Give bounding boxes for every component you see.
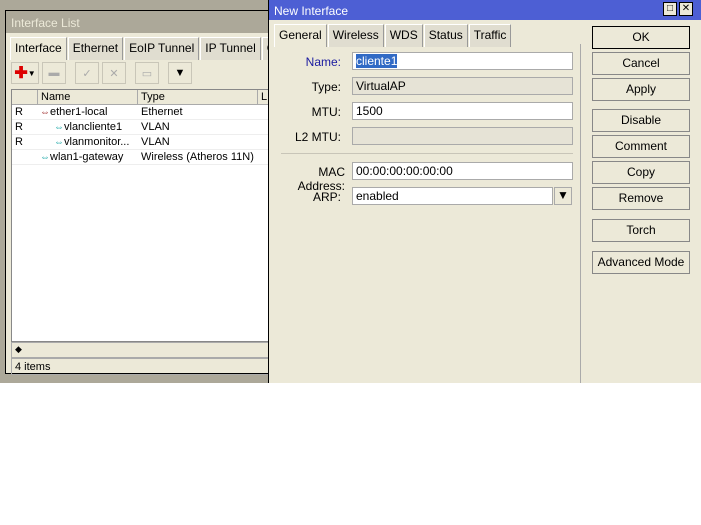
row-type: Ethernet [141, 106, 183, 118]
comment-button[interactable]: Comment [592, 135, 690, 158]
row-name: ether1-local [50, 106, 108, 118]
interface-icon: ⇔ [54, 122, 64, 133]
tab-status[interactable]: Status [423, 24, 468, 47]
row-type: Wireless (Atheros 11N) [141, 151, 254, 163]
col-type[interactable]: Type [138, 90, 258, 104]
dropdown-arrow-icon: ▼ [557, 188, 569, 202]
row-flag [12, 150, 38, 164]
tab-wds[interactable]: WDS [384, 24, 423, 47]
apply-button[interactable]: Apply [592, 78, 690, 101]
row-flag: R [15, 136, 23, 148]
close-button[interactable]: ✕ [679, 2, 693, 16]
minus-icon: ▬ [48, 67, 60, 79]
table-row[interactable]: R ⇔vlancliente1 VLAN [12, 120, 272, 135]
disable-button[interactable]: ✕ [102, 62, 126, 84]
maximize-button[interactable]: □ [663, 2, 677, 16]
interface-icon: ⇔ [54, 137, 64, 148]
row-type: VLAN [141, 136, 170, 148]
row-name: vlancliente1 [64, 121, 123, 133]
filter-icon: ▼ [174, 67, 186, 79]
tab-ethernet[interactable]: Ethernet [67, 37, 124, 60]
col-flag[interactable] [12, 90, 38, 104]
row-flag: R [15, 121, 23, 133]
torch-button[interactable]: Torch [592, 219, 690, 242]
tab-general[interactable]: General [274, 24, 327, 47]
copy-button[interactable]: Copy [592, 161, 690, 184]
comment-button[interactable]: ▭ [135, 62, 159, 84]
remove-button[interactable]: ▬ [42, 62, 66, 84]
row-flag: R [15, 106, 23, 118]
add-button[interactable]: ✚ ▼ [11, 62, 39, 84]
table-row[interactable]: R ⇔vlanmonitor... VLAN [12, 135, 272, 150]
ok-button[interactable]: OK [592, 26, 690, 49]
dropdown-arrow-icon: ▼ [27, 68, 36, 78]
row-name: wlan1-gateway [50, 151, 124, 163]
window-title: Interface List [6, 11, 268, 33]
mac-label: MAC Address: [297, 165, 345, 193]
separator [281, 153, 573, 154]
tab-ip-tunnel[interactable]: IP Tunnel [200, 37, 261, 60]
table-row[interactable]: ⇔wlan1-gateway Wireless (Atheros 11N) [12, 150, 272, 165]
tab-wireless[interactable]: Wireless [327, 24, 384, 47]
interface-icon: ⇔ [40, 152, 50, 163]
advanced-mode-button[interactable]: Advanced Mode [592, 251, 690, 274]
tab-traffic[interactable]: Traffic [468, 24, 512, 47]
mtu-input[interactable]: 1500 [352, 102, 573, 120]
filter-button[interactable]: ▼ [168, 62, 192, 84]
status-bar: 4 items [11, 358, 273, 375]
horizontal-scrollbar[interactable]: ◆ [11, 342, 273, 358]
interface-icon: ⇔ [40, 107, 50, 118]
plus-icon: ✚ [14, 65, 28, 82]
mac-input[interactable]: 00:00:00:00:00:00 [352, 162, 573, 180]
name-value: cliente1 [356, 54, 398, 68]
name-input[interactable]: cliente1 [352, 52, 573, 70]
tab-interface[interactable]: Interface [10, 37, 67, 60]
l2mtu-label: L2 MTU: [294, 130, 341, 144]
scroll-left-icon: ◆ [15, 344, 22, 354]
row-type: VLAN [141, 121, 170, 133]
arp-label: ARP: [312, 190, 341, 204]
col-name[interactable]: Name [38, 90, 138, 104]
interface-list-window: Interface List Interface Ethernet EoIP T… [5, 10, 290, 375]
arp-select[interactable]: enabled [352, 187, 553, 205]
type-field: VirtualAP [352, 77, 573, 95]
disable-button[interactable]: Disable [592, 109, 690, 132]
remove-button[interactable]: Remove [592, 187, 690, 210]
check-icon: ✓ [82, 67, 92, 80]
arp-dropdown-button[interactable]: ▼ [554, 187, 572, 205]
new-interface-dialog: New Interface □ ✕ General Wireless WDS S… [268, 0, 701, 383]
name-label: Name: [305, 55, 341, 69]
interface-table: Name Type L R ⇔ether1-local Ethernet R ⇔v… [11, 89, 273, 342]
mtu-label: MTU: [311, 105, 341, 119]
cross-icon: ✕ [109, 67, 119, 80]
enable-button[interactable]: ✓ [75, 62, 99, 84]
table-row[interactable]: R ⇔ether1-local Ethernet [12, 105, 272, 120]
note-icon: ▭ [141, 67, 153, 80]
tab-eoip-tunnel[interactable]: EoIP Tunnel [124, 37, 200, 60]
divider [580, 44, 581, 383]
cancel-button[interactable]: Cancel [592, 52, 690, 75]
row-name: vlanmonitor... [64, 136, 130, 148]
dialog-title: New Interface [274, 4, 349, 18]
l2mtu-field [352, 127, 573, 145]
type-label: Type: [311, 80, 341, 94]
